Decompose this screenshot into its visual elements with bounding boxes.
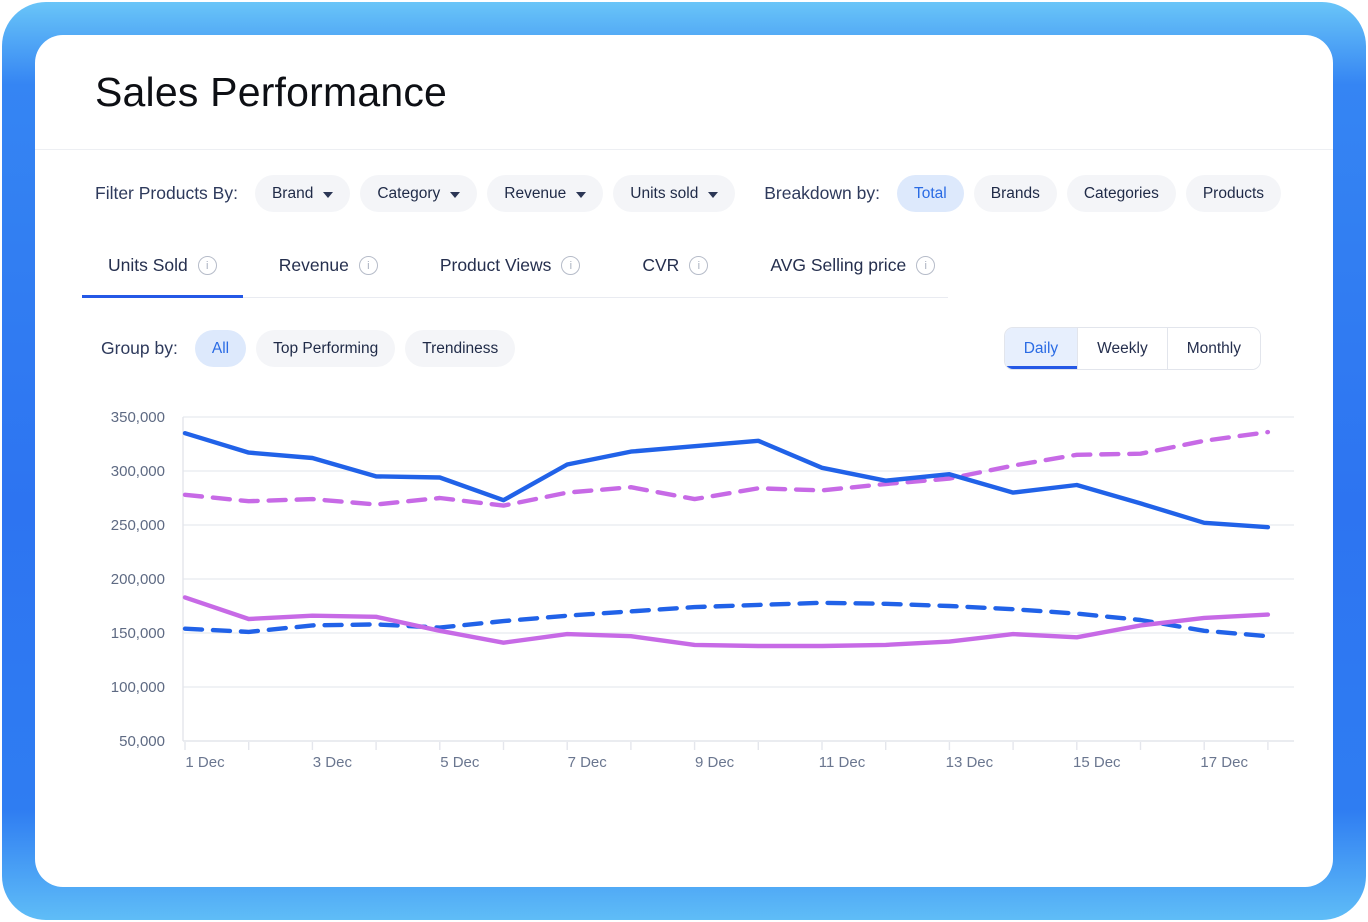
app-frame: Sales Performance Filter Products By: Br… — [2, 2, 1366, 920]
units-sold-dropdown-label: Units sold — [630, 185, 698, 203]
tab-product-views[interactable]: Product Views i — [414, 245, 607, 298]
metric-tabs: Units Sold i Revenue i Product Views i C… — [82, 245, 948, 298]
x-axis-tick-label: 15 Dec — [1073, 754, 1121, 771]
group-by-option-trendiness[interactable]: Trendiness — [405, 330, 515, 367]
breakdown-group: Breakdown by: Total Brands Categories Pr… — [764, 175, 1281, 212]
y-axis-tick-label: 250,000 — [111, 517, 165, 534]
chevron-down-icon — [450, 192, 460, 198]
x-axis-tick-label: 7 Dec — [568, 754, 608, 771]
category-dropdown-label: Category — [377, 185, 440, 203]
x-axis-tick-label: 17 Dec — [1200, 754, 1248, 771]
units-sold-dropdown[interactable]: Units sold — [613, 175, 735, 212]
info-icon[interactable]: i — [359, 256, 378, 275]
info-icon[interactable]: i — [689, 256, 708, 275]
x-axis-tick-label: 13 Dec — [946, 754, 994, 771]
filter-products-group: Filter Products By: Brand Category Reven… — [95, 175, 735, 212]
group-by-option-all[interactable]: All — [195, 330, 246, 367]
period-weekly[interactable]: Weekly — [1077, 328, 1167, 369]
breakdown-option-categories[interactable]: Categories — [1067, 175, 1176, 212]
revenue-dropdown[interactable]: Revenue — [487, 175, 603, 212]
y-axis-tick-label: 50,000 — [119, 733, 165, 750]
info-icon[interactable]: i — [561, 256, 580, 275]
tab-product-views-label: Product Views — [440, 255, 552, 276]
info-icon[interactable]: i — [916, 256, 935, 275]
brand-dropdown[interactable]: Brand — [255, 175, 350, 212]
breakdown-option-brands[interactable]: Brands — [974, 175, 1057, 212]
breakdown-label: Breakdown by: — [764, 183, 880, 204]
y-axis-tick-label: 200,000 — [111, 571, 165, 588]
sales-chart: 350,000 300,000 250,000 200,000 150,000 100,0… — [88, 398, 1301, 778]
x-axis-tick-label: 5 Dec — [440, 754, 480, 771]
period-toggle: Daily Weekly Monthly — [1004, 327, 1261, 370]
x-axis-tick-label: 1 Dec — [185, 754, 225, 771]
chart-area: 350,000 300,000 250,000 200,000 150,000 100,0… — [88, 398, 1333, 783]
y-axis-tick-label: 100,000 — [111, 679, 165, 696]
chevron-down-icon — [576, 192, 586, 198]
period-monthly[interactable]: Monthly — [1167, 328, 1260, 369]
sales-performance-card: Sales Performance Filter Products By: Br… — [35, 35, 1333, 887]
group-by-option-top-performing[interactable]: Top Performing — [256, 330, 395, 367]
tab-avg-selling-price[interactable]: AVG Selling price i — [744, 245, 961, 298]
groupby-row: Group by: All Top Performing Trendiness … — [101, 327, 1261, 370]
x-axis-tick-label: 3 Dec — [313, 754, 353, 771]
breakdown-option-products[interactable]: Products — [1186, 175, 1281, 212]
header-divider — [35, 149, 1333, 150]
tab-revenue-label: Revenue — [279, 255, 349, 276]
page-title: Sales Performance — [95, 69, 1333, 116]
brand-dropdown-label: Brand — [272, 185, 313, 203]
filter-products-label: Filter Products By: — [95, 183, 238, 204]
tab-cvr-label: CVR — [642, 255, 679, 276]
tab-cvr[interactable]: CVR i — [616, 245, 734, 298]
chevron-down-icon — [708, 192, 718, 198]
y-axis-tick-label: 300,000 — [111, 463, 165, 480]
group-by-label: Group by: — [101, 338, 178, 359]
chevron-down-icon — [323, 192, 333, 198]
x-axis-tick-label: 11 Dec — [819, 754, 866, 771]
tab-avg-selling-price-label: AVG Selling price — [770, 255, 906, 276]
filter-row: Filter Products By: Brand Category Reven… — [95, 175, 1281, 212]
series-solid-blue — [185, 433, 1268, 527]
category-dropdown[interactable]: Category — [360, 175, 477, 212]
group-by-group: Group by: All Top Performing Trendiness — [101, 330, 515, 367]
tab-units-sold[interactable]: Units Sold i — [82, 245, 243, 298]
revenue-dropdown-label: Revenue — [504, 185, 566, 203]
y-axis-tick-label: 350,000 — [111, 409, 165, 426]
y-axis-tick-label: 150,000 — [111, 625, 165, 642]
info-icon[interactable]: i — [198, 256, 217, 275]
tab-revenue[interactable]: Revenue i — [253, 245, 404, 298]
tab-units-sold-label: Units Sold — [108, 255, 188, 276]
x-axis-tick-label: 9 Dec — [695, 754, 735, 771]
period-daily[interactable]: Daily — [1005, 328, 1077, 369]
breakdown-option-total[interactable]: Total — [897, 175, 964, 212]
